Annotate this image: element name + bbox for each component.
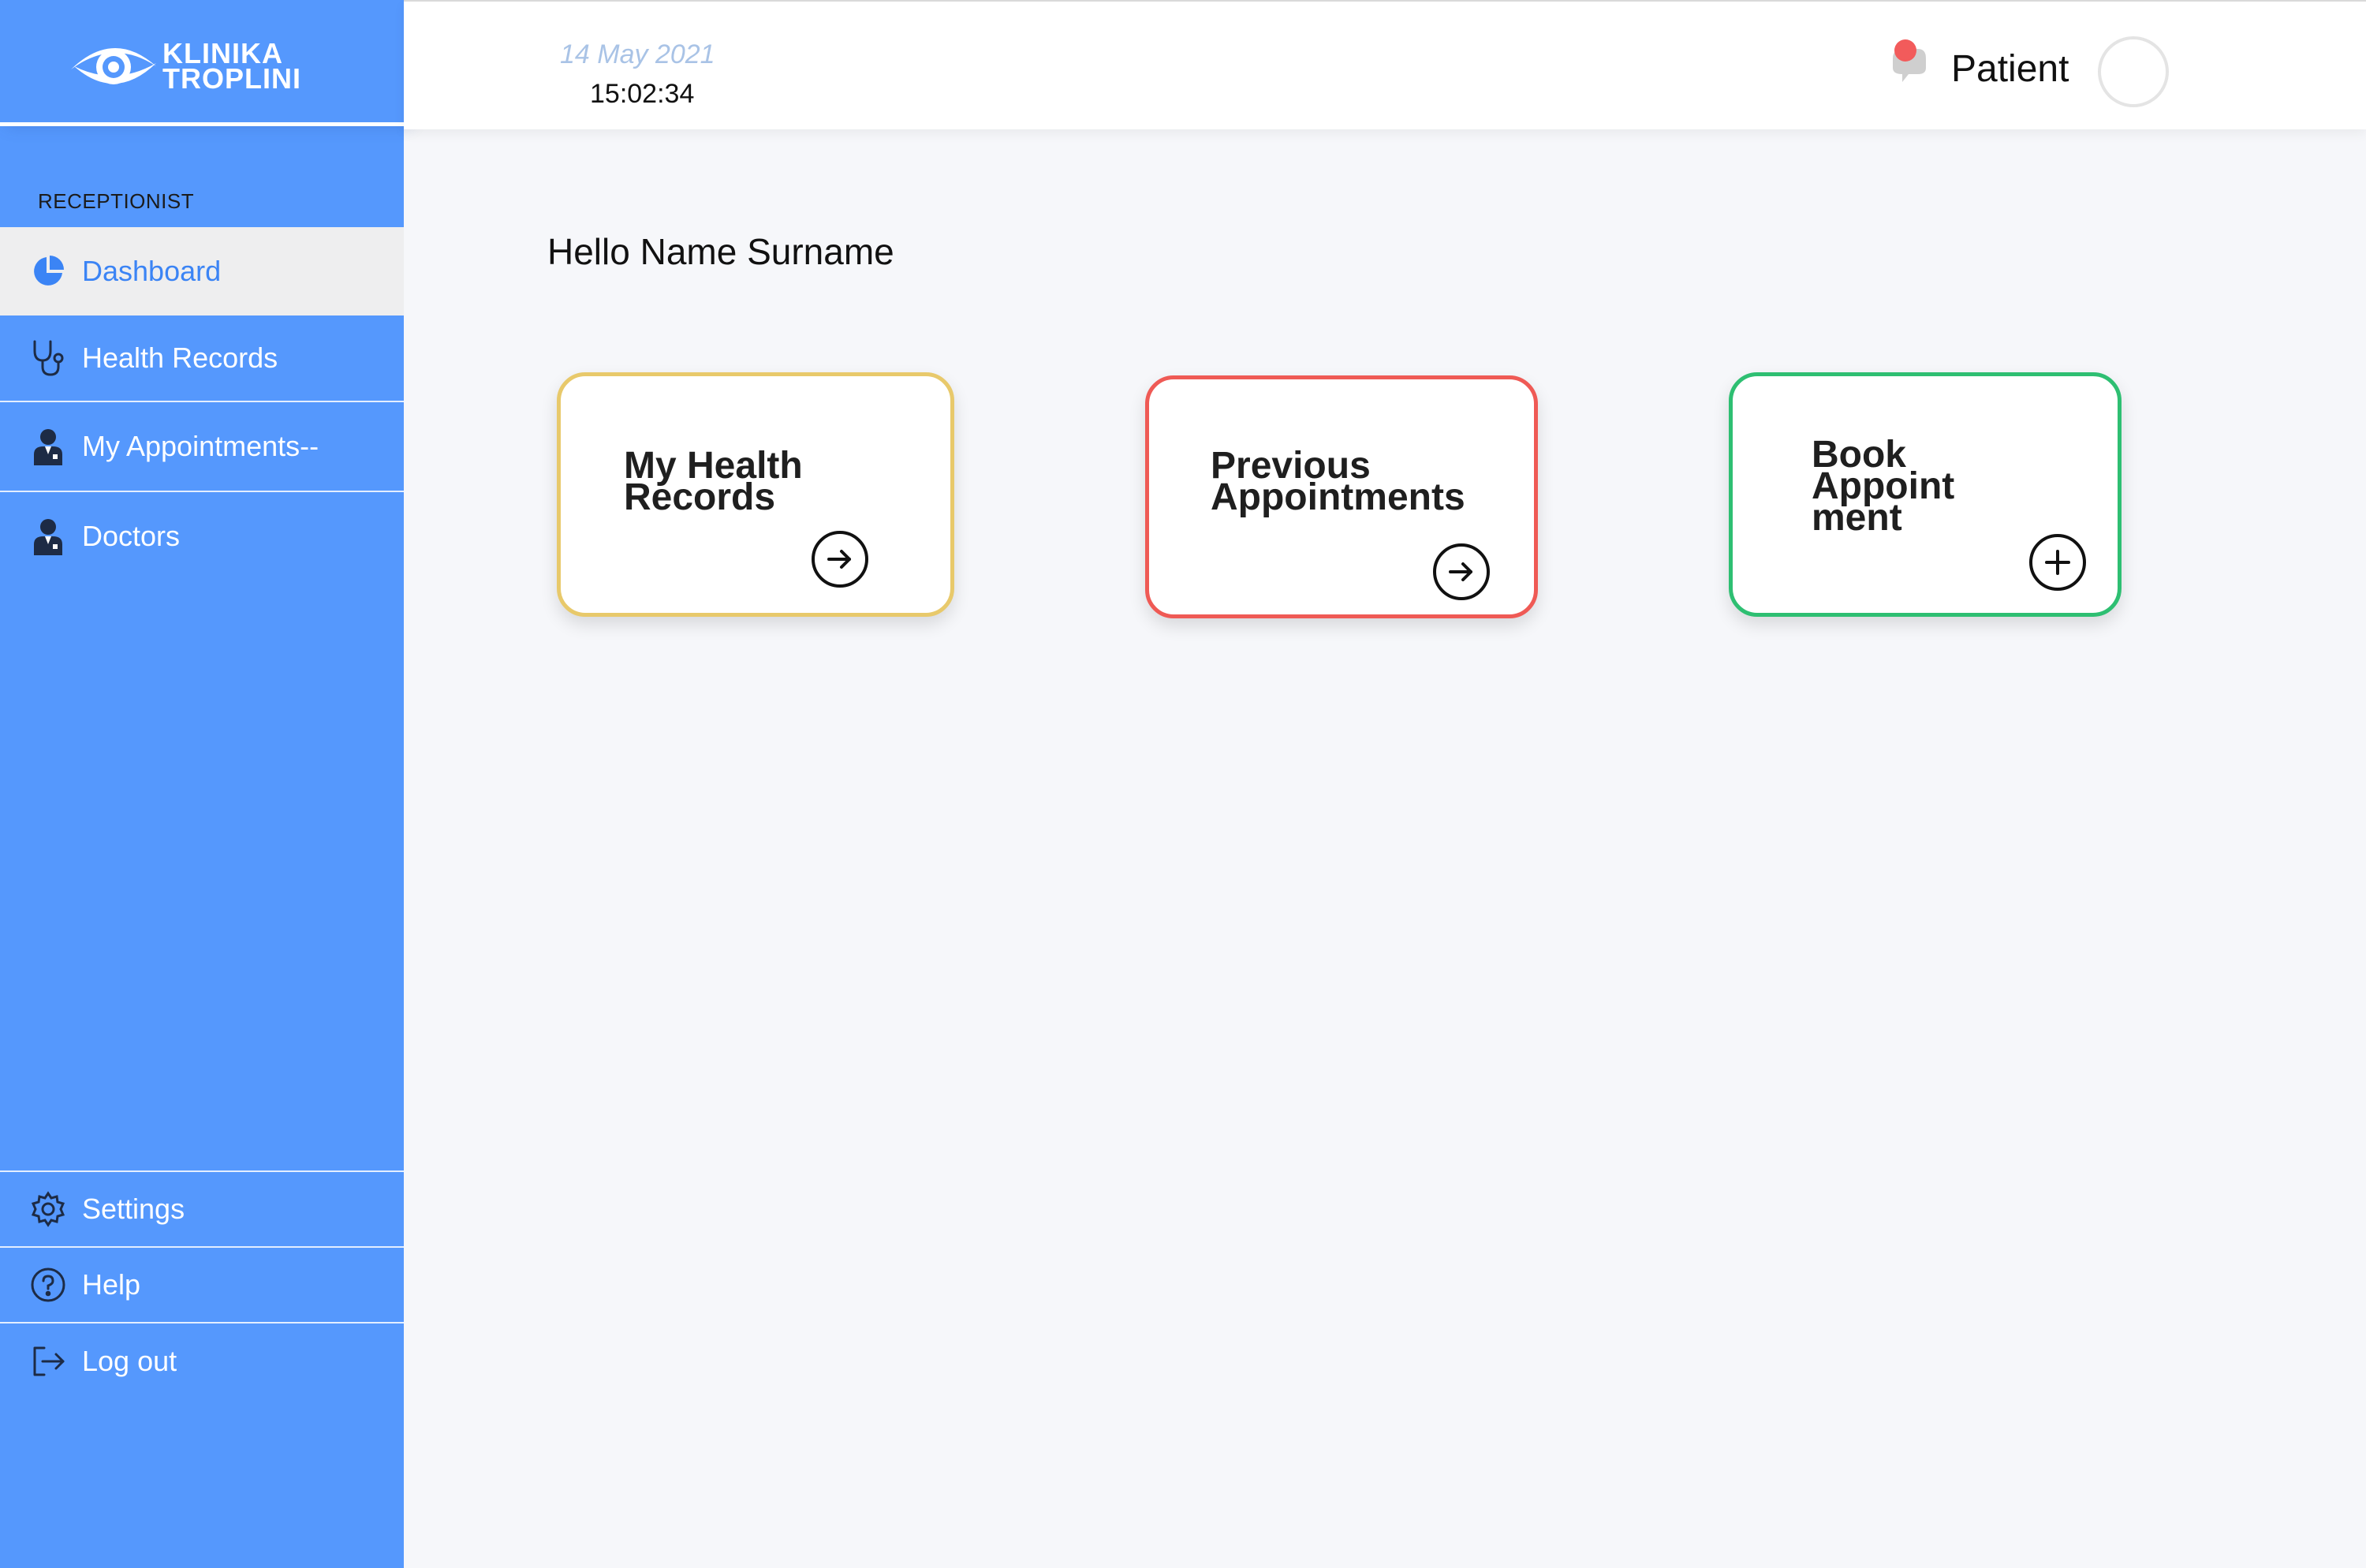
card-action-button[interactable] <box>2029 534 2086 591</box>
sidebar-item-label: Log out <box>82 1345 177 1377</box>
doctor-person-icon <box>28 427 68 466</box>
sidebar-item-my-appointments[interactable]: My Appointments-- <box>0 402 404 492</box>
current-time: 15:02:34 <box>590 79 695 109</box>
user-role-label: Patient <box>1951 48 2069 90</box>
sidebar-item-label: Help <box>82 1268 141 1301</box>
sidebar-item-dashboard[interactable]: Dashboard <box>0 227 404 315</box>
arrow-right-icon <box>1449 562 1472 581</box>
card-title: My Health Records <box>624 445 803 518</box>
plus-icon <box>2045 550 2070 575</box>
sidebar-item-settings[interactable]: Settings <box>0 1172 404 1248</box>
avatar[interactable] <box>2098 36 2169 107</box>
sidebar-item-label: Health Records <box>82 342 278 374</box>
sidebar-item-health-records[interactable]: Health Records <box>0 315 404 402</box>
card-action-button[interactable] <box>812 531 868 588</box>
top-header: 14 May 2021 15:02:34 Patient <box>404 0 2366 129</box>
card-my-health-records[interactable]: My Health Records <box>557 372 954 617</box>
card-book-appointment[interactable]: Book Appoint ment <box>1729 372 2122 617</box>
help-circle-icon <box>28 1265 68 1305</box>
card-title: Book Appoint ment <box>1812 434 1955 539</box>
sidebar-item-help[interactable]: Help <box>0 1248 404 1323</box>
gear-icon <box>28 1189 68 1229</box>
card-title: Previous Appointments <box>1211 445 1465 518</box>
greeting-heading: Hello Name Surname <box>547 231 894 272</box>
card-previous-appointments[interactable]: Previous Appointments <box>1145 375 1538 618</box>
sidebar-item-label: Doctors <box>82 520 181 552</box>
card-action-button[interactable] <box>1433 543 1490 600</box>
doctor-person-icon <box>28 517 68 556</box>
eye-logo-icon <box>71 47 156 84</box>
chat-bubble-icon <box>1893 39 1926 82</box>
stethoscope-icon <box>28 338 68 378</box>
sidebar-item-logout[interactable]: Log out <box>0 1323 404 1399</box>
logout-icon <box>28 1342 68 1381</box>
sidebar-item-label: Dashboard <box>82 255 222 287</box>
brand-name: KLINIKA TROPLINI <box>162 39 301 95</box>
notifications-button[interactable] <box>1886 36 1934 87</box>
sidebar-item-label: My Appointments-- <box>82 430 319 462</box>
sidebar-item-doctors[interactable]: Doctors <box>0 492 404 581</box>
pie-chart-icon <box>28 252 68 291</box>
current-date: 14 May 2021 <box>560 39 715 69</box>
role-label: RECEPTIONIST <box>38 189 195 213</box>
brand-line-2: TROPLINI <box>162 62 301 95</box>
logo[interactable]: KLINIKA TROPLINI <box>0 0 404 126</box>
sidebar-item-label: Settings <box>82 1193 185 1225</box>
sidebar: KLINIKA TROPLINI RECEPTIONIST Dashboard … <box>0 0 404 1568</box>
arrow-right-icon <box>827 550 851 569</box>
